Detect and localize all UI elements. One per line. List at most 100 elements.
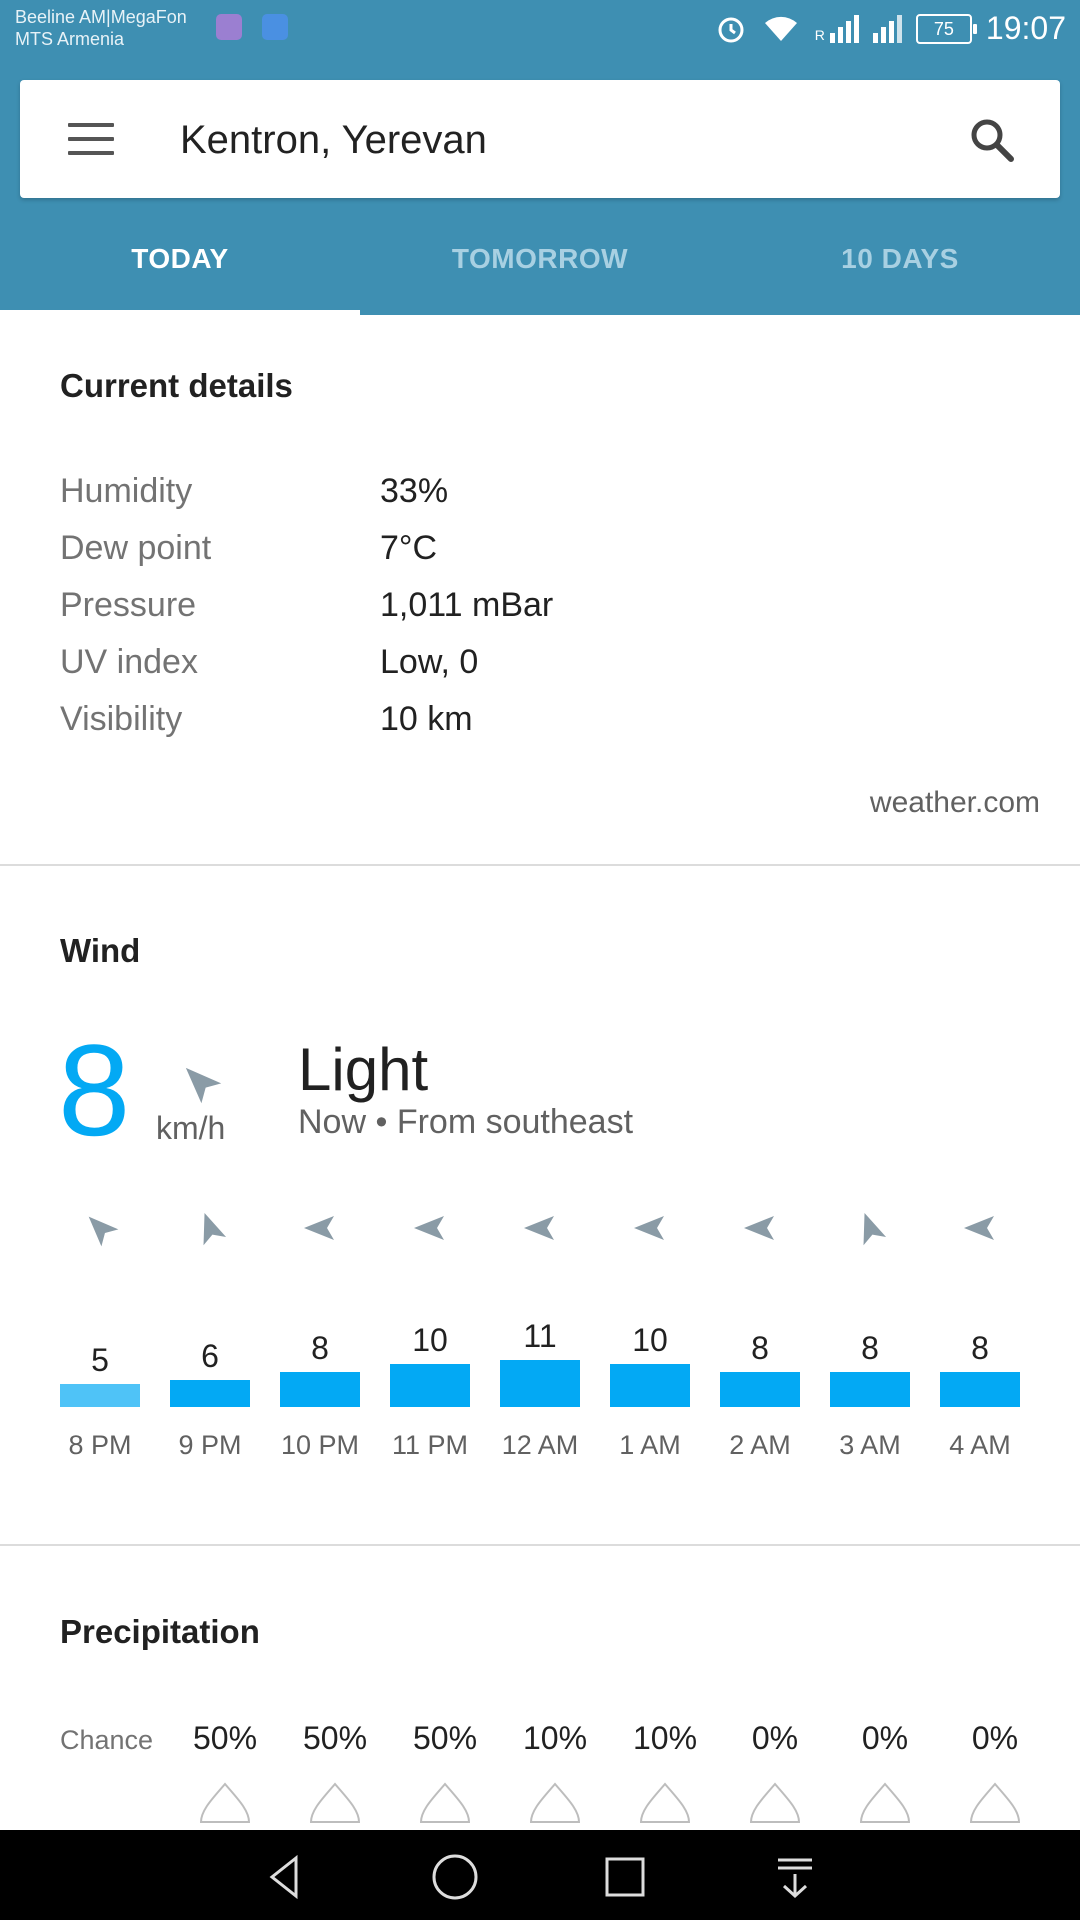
wind-speed-now: 8 <box>58 1017 131 1163</box>
wifi-icon <box>764 16 797 41</box>
wind-direction-icon <box>863 1212 887 1246</box>
wind-bar-value: 5 <box>91 1342 109 1378</box>
wind-bar <box>500 1360 580 1407</box>
clock: 19:07 <box>985 10 1066 46</box>
wind-bar <box>390 1364 470 1407</box>
wind-bar <box>170 1380 250 1407</box>
notification-pull-icon[interactable] <box>770 1852 820 1902</box>
raindrop-icon <box>639 1782 691 1823</box>
search-card[interactable]: Kentron, Yerevan <box>20 80 1060 198</box>
precipitation-title: Precipitation <box>60 1613 260 1650</box>
uv-index-label: UV index <box>60 643 198 681</box>
status-icons: R 75 19:07 <box>715 10 1066 47</box>
raindrop-icon <box>749 1782 801 1823</box>
recent-apps-icon[interactable] <box>600 1852 650 1902</box>
pressure-value: 1,011 mBar <box>380 586 554 624</box>
search-icon[interactable] <box>968 116 1016 164</box>
precipitation-chance-value: 0% <box>751 1720 799 1756</box>
raindrop-icon <box>969 1782 1021 1823</box>
dew-point-value: 7°C <box>380 529 438 567</box>
precipitation-chance-value: 10% <box>632 1720 698 1756</box>
gallery-notification-icon <box>216 14 242 40</box>
raindrop-icon <box>309 1782 361 1823</box>
carrier-line-1: Beeline AM|MegaFon <box>15 7 187 27</box>
back-icon[interactable] <box>260 1852 310 1902</box>
wind-bar-value: 8 <box>311 1330 329 1366</box>
wind-hour-label: 11 PM <box>391 1430 469 1460</box>
wind-direction-icon <box>634 1216 664 1240</box>
wind-bar-value: 10 <box>412 1322 448 1358</box>
wind-bar <box>720 1372 800 1407</box>
wind-bar <box>610 1364 690 1407</box>
precipitation-chance-value: 0% <box>861 1720 909 1756</box>
wind-bar-value: 8 <box>861 1330 879 1366</box>
visibility-label: Visibility <box>60 700 183 738</box>
section-divider <box>0 864 1080 866</box>
tab-tomorrow[interactable]: TOMORROW <box>360 240 720 315</box>
wind-hour-label: 9 PM <box>178 1430 242 1460</box>
wind-direction-icon <box>964 1216 994 1240</box>
uv-index-value: Low, 0 <box>380 643 479 681</box>
wind-bar-value: 8 <box>751 1330 769 1366</box>
wind-direction-arrow-icon <box>185 1067 222 1104</box>
wind-hour-label: 4 AM <box>949 1430 1011 1460</box>
weather-source-link[interactable]: weather.com <box>870 786 1040 820</box>
wind-hour-label: 2 AM <box>729 1430 791 1460</box>
wind-description: Light <box>298 1036 429 1103</box>
wind-title: Wind <box>60 932 141 969</box>
wind-direction-icon <box>414 1216 444 1240</box>
section-divider <box>0 1544 1080 1546</box>
humidity-value: 33% <box>380 472 449 510</box>
visibility-value: 10 km <box>380 700 473 738</box>
carrier-line-2: MTS Armenia <box>15 29 125 49</box>
chance-label: Chance <box>60 1725 154 1755</box>
wind-direction-icon <box>744 1216 774 1240</box>
pressure-label: Pressure <box>60 586 197 624</box>
wind-bar <box>830 1372 910 1407</box>
dew-point-label: Dew point <box>60 529 212 567</box>
menu-icon[interactable] <box>68 123 114 155</box>
wind-bar-value: 10 <box>632 1322 668 1358</box>
battery-indicator: 75 <box>915 13 977 44</box>
roaming-label: R <box>814 26 825 43</box>
precipitation-chance-value: 0% <box>971 1720 1019 1756</box>
raindrop-icon <box>419 1782 471 1823</box>
tab-10-days[interactable]: 10 DAYS <box>720 240 1080 315</box>
wind-direction-icon <box>203 1212 227 1246</box>
wind-direction-icon <box>88 1216 119 1247</box>
wind-subtitle: Now • From southeast <box>298 1103 634 1141</box>
status-bar: Beeline AM|MegaFon MTS Armenia R 75 19:0… <box>0 0 1080 60</box>
navigation-bar <box>0 1830 1080 1920</box>
signal-icon-2 <box>872 14 902 43</box>
wind-hour-label: 3 AM <box>839 1430 901 1460</box>
wind-hour-label: 12 AM <box>501 1430 579 1460</box>
wind-direction-icon <box>524 1216 554 1240</box>
wind-hour-label: 1 AM <box>619 1430 681 1460</box>
carrier-info: Beeline AM|MegaFon MTS Armenia <box>15 6 187 50</box>
wind-hour-label: 8 PM <box>68 1430 132 1460</box>
wind-bar <box>940 1372 1020 1407</box>
wind-bar <box>60 1384 140 1407</box>
current-details-title: Current details <box>60 367 293 404</box>
location-text[interactable]: Kentron, Yerevan <box>180 118 487 163</box>
precipitation-chance-value: 10% <box>522 1720 588 1756</box>
wind-direction-icon <box>304 1216 334 1240</box>
wind-bar-value: 8 <box>971 1330 989 1366</box>
precipitation-chance-value: 50% <box>412 1720 478 1756</box>
wind-speed-unit: km/h <box>156 1110 226 1146</box>
home-icon[interactable] <box>430 1852 480 1902</box>
tab-indicator <box>0 310 360 315</box>
tab-today[interactable]: TODAY <box>0 240 360 315</box>
signal-icon-1: R <box>814 14 859 43</box>
wind-hour-label: 10 PM <box>280 1430 360 1460</box>
raindrop-icon <box>529 1782 581 1823</box>
wifi-notification-icon <box>262 14 288 40</box>
humidity-label: Humidity <box>60 472 193 510</box>
precipitation-chance-value: 50% <box>302 1720 368 1756</box>
wind-bar <box>280 1372 360 1407</box>
raindrop-icon <box>859 1782 911 1823</box>
wind-bar-value: 6 <box>201 1338 219 1374</box>
alarm-icon <box>718 17 744 42</box>
raindrop-icon <box>199 1782 251 1823</box>
precipitation-chance-value: 50% <box>192 1720 258 1756</box>
